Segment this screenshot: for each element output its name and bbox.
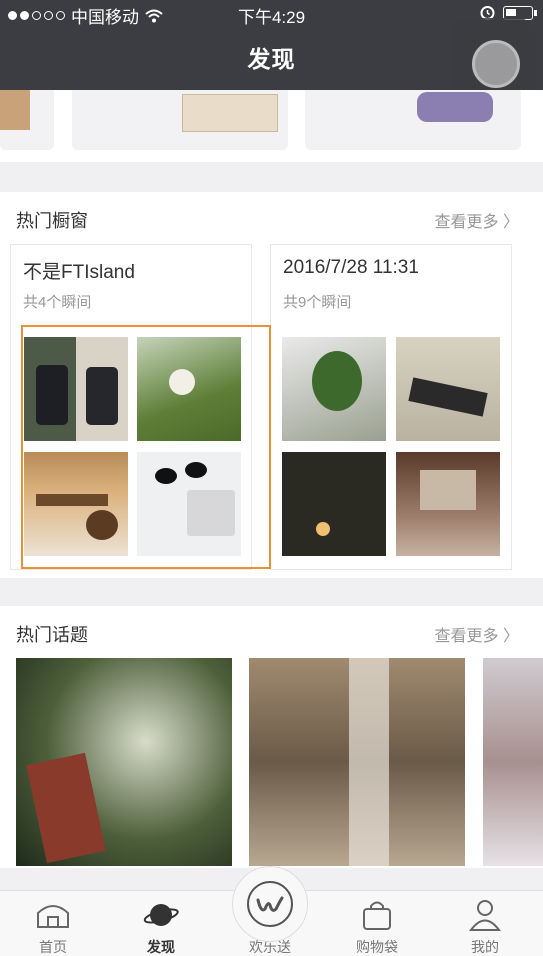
banner-card[interactable] bbox=[0, 90, 54, 150]
home-icon bbox=[37, 905, 69, 928]
thumbnail-image[interactable] bbox=[282, 337, 386, 441]
window-card[interactable]: 2016/7/28 11:31 共9个瞬间 bbox=[270, 244, 512, 570]
section-title: 热门话题 bbox=[16, 625, 88, 645]
w-logo-icon bbox=[247, 881, 293, 927]
thumbnail-image[interactable] bbox=[137, 452, 241, 556]
topic-card[interactable] bbox=[16, 658, 232, 866]
thumbnail-image[interactable] bbox=[24, 337, 128, 441]
thumbnail-image[interactable] bbox=[24, 452, 128, 556]
shopping-bag-icon bbox=[363, 901, 391, 930]
tab-home[interactable]: 首页 bbox=[8, 891, 98, 956]
happy-delivery-button[interactable] bbox=[232, 866, 308, 942]
banner-card[interactable] bbox=[72, 90, 288, 150]
tab-discover[interactable]: 发现 bbox=[116, 891, 206, 956]
tab-shopping-bag[interactable]: 购物袋 bbox=[332, 891, 422, 956]
thumbnail-image[interactable] bbox=[396, 452, 500, 556]
view-more-link[interactable]: 查看更多 〉 bbox=[435, 622, 519, 646]
thumbnail-image[interactable] bbox=[137, 337, 241, 441]
chevron-right-icon: 〉 bbox=[502, 628, 519, 645]
card-subtitle: 共4个瞬间 bbox=[23, 294, 92, 311]
user-icon bbox=[469, 900, 501, 931]
hot-window-section: 热门橱窗 查看更多 〉 不是FTIsland 共4个瞬间 2016/7/28 1… bbox=[0, 192, 543, 578]
planet-icon bbox=[143, 904, 179, 926]
hot-topics-section: 热门话题 查看更多 〉 bbox=[0, 606, 543, 868]
banner-card[interactable] bbox=[305, 90, 521, 150]
tab-me[interactable]: 我的 bbox=[440, 891, 530, 956]
card-title: 2016/7/28 11:31 bbox=[283, 257, 419, 278]
topic-card[interactable] bbox=[249, 658, 465, 866]
view-more-link[interactable]: 查看更多 〉 bbox=[435, 208, 519, 232]
card-subtitle: 共9个瞬间 bbox=[283, 294, 352, 311]
thumbnail-image[interactable] bbox=[396, 337, 500, 441]
card-title: 不是FTIsland bbox=[23, 262, 135, 283]
chevron-right-icon: 〉 bbox=[502, 214, 519, 231]
section-title: 热门橱窗 bbox=[16, 211, 88, 231]
topic-card[interactable] bbox=[483, 658, 543, 866]
thumbnail-image[interactable] bbox=[282, 452, 386, 556]
featured-banner[interactable] bbox=[0, 90, 543, 162]
window-card[interactable]: 不是FTIsland 共4个瞬间 bbox=[10, 244, 252, 570]
